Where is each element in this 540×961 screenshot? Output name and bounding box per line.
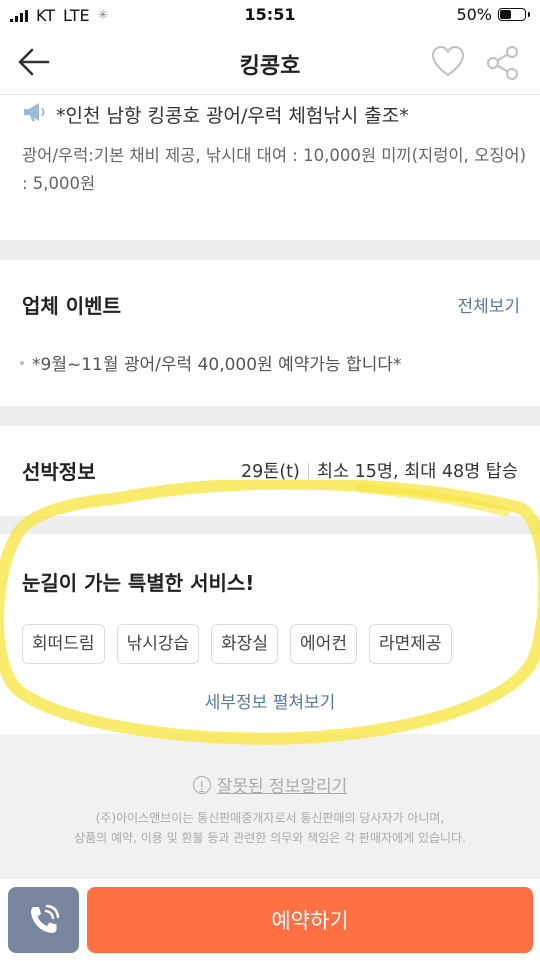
- service-tag: 화장실: [211, 624, 279, 664]
- expand-details-link[interactable]: 세부정보 펼쳐보기: [0, 688, 540, 713]
- service-tag: 낚시강습: [116, 624, 200, 664]
- status-bar: KT LTE ✳ 15:51 50%: [0, 0, 540, 30]
- divider: [307, 462, 309, 479]
- disclaimer: (주)아이스앤브이는 통신판매중개자로서 통신판매의 당사자가 아니며, 상품의…: [20, 808, 520, 848]
- notice-headline: *인천 남항 킹콩호 광어/우럭 체험낚시 출조*: [56, 104, 409, 127]
- footer: ! 잘못된 정보알리기 (주)아이스앤브이는 통신판매중개자로서 통신판매의 당…: [0, 734, 540, 879]
- section-divider: [0, 240, 540, 260]
- phone-icon: [30, 904, 59, 933]
- service-tag: 회떠드림: [22, 624, 105, 664]
- nav-bar: 킹콩호: [0, 30, 540, 95]
- service-tag: 라면제공: [368, 624, 452, 664]
- ship-info: 29톤(t) 최소 15명, 최대 48명 탑승: [241, 458, 518, 483]
- ship-tonnage: 29톤(t): [240, 462, 300, 482]
- ship-capacity: 최소 15명, 최대 48명 탑승: [316, 462, 518, 482]
- info-icon: !: [192, 775, 211, 794]
- heart-icon[interactable]: [430, 44, 466, 80]
- report-link[interactable]: ! 잘못된 정보알리기: [0, 772, 540, 797]
- section-divider: [0, 516, 540, 534]
- reserve-button[interactable]: 예약하기: [87, 887, 533, 953]
- see-all-link[interactable]: 전체보기: [457, 292, 520, 317]
- call-button[interactable]: [8, 887, 79, 953]
- event-text: *9월~11월 광어/우럭 40,000원 예약가능 합니다*: [32, 355, 402, 375]
- section-divider: [0, 406, 540, 426]
- megaphone-icon: [22, 101, 48, 128]
- disclaimer-line: (주)아이스앤브이는 통신판매중개자로서 통신판매의 당사자가 아니며,: [95, 811, 445, 825]
- event-item: *9월~11월 광어/우럭 40,000원 예약가능 합니다*: [20, 350, 401, 375]
- status-right: 50%: [456, 5, 530, 24]
- notice-section: *인천 남항 킹콩호 광어/우럭 체험낚시 출조* 광어/우럭:기본 채비 제공…: [22, 96, 532, 198]
- battery-percent: 50%: [456, 5, 492, 24]
- disclaimer-line: 상품의 예약, 이용 및 환불 등과 관련한 의무와 책임은 각 판매자에게 있…: [74, 831, 466, 845]
- report-link-text: 잘못된 정보알리기: [216, 777, 348, 797]
- service-tag: 에어컨: [290, 624, 357, 664]
- bullet-icon: [20, 360, 24, 365]
- notice-head: *인천 남항 킹콩호 광어/우럭 체험낚시 출조*: [22, 96, 532, 132]
- service-tags: 회떠드림 낚시강습 화장실 에어컨 라면제공: [22, 624, 452, 664]
- battery-icon: [498, 8, 530, 21]
- bottom-bar: 예약하기: [0, 879, 540, 961]
- notice-body: 광어/우럭:기본 채비 제공, 낚시대 대여 : 10,000원 미끼(지렁이,…: [22, 146, 527, 193]
- share-icon[interactable]: [484, 44, 522, 82]
- events-title: 업체 이벤트: [22, 294, 121, 318]
- ship-info-title: 선박정보: [22, 460, 96, 484]
- services-title: 눈길이 가는 특별한 서비스!: [22, 571, 255, 595]
